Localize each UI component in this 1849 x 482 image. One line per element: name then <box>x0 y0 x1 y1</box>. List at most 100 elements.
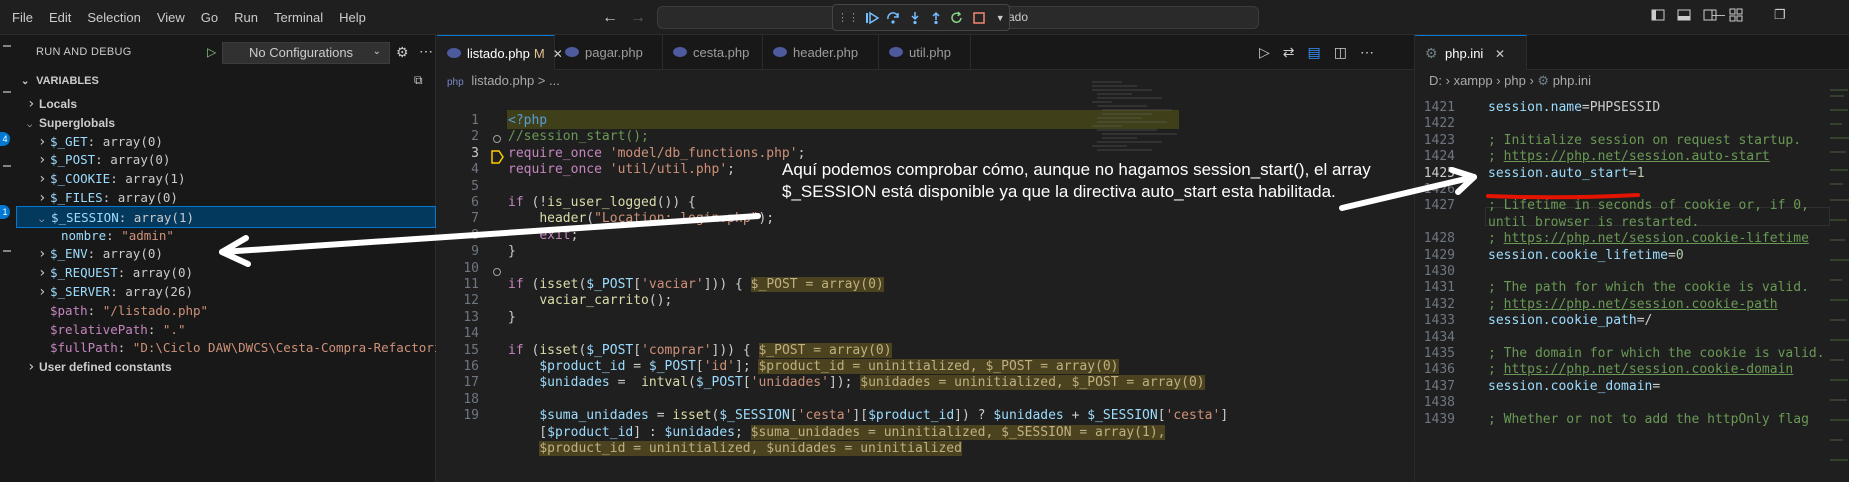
breadcrumb-segment[interactable]: php.ini <box>1553 73 1591 88</box>
code-token: [ <box>742 375 751 391</box>
step-over-icon[interactable] <box>884 7 901 29</box>
code-token: $suma_unidades <box>539 408 649 424</box>
code-token: 'cesta' <box>1165 408 1221 424</box>
close-icon[interactable]: ✕ <box>1495 47 1505 61</box>
code-token: = <box>648 408 673 424</box>
code-line[interactable]: $product_id = uninitialized, $unidades =… <box>437 439 1177 458</box>
tab-listado-php[interactable]: listado.php M ✕ <box>437 35 563 70</box>
tab-php-ini[interactable]: ⚙ php.ini ✕ <box>1415 35 1527 70</box>
continue-icon[interactable] <box>863 7 880 29</box>
variable-name: $_GET <box>50 133 88 149</box>
menu-item-file[interactable]: File <box>4 0 41 35</box>
ini-line[interactable]: 1439 ; Whether or not to add the httpOnly… <box>1415 410 1845 429</box>
step-into-icon[interactable] <box>906 7 923 29</box>
layout-controls <box>1651 8 1743 25</box>
breadcrumb-segment[interactable]: php <box>1504 73 1526 88</box>
breadcrumb-text[interactable]: listado.php > ... <box>471 73 560 88</box>
code-token: isset <box>539 277 579 292</box>
menu-item-selection[interactable]: Selection <box>79 0 148 35</box>
menu-bar: File Edit Selection View Go Run Terminal Help <box>4 0 374 35</box>
gear-icon[interactable]: ⚙ <box>396 44 409 61</box>
code-token: if <box>508 195 524 210</box>
doc-link[interactable]: https://php.net/session.cookie-domain <box>1504 362 1794 377</box>
step-out-icon[interactable] <box>927 7 944 29</box>
line-number: 1439 <box>1423 411 1455 427</box>
ini-token: session.cookie_lifetime <box>1488 247 1669 263</box>
dropdown-chevron-icon[interactable]: ▼ <box>992 7 1009 29</box>
variable-value: array(0) <box>117 190 178 205</box>
tab-util-php[interactable]: util.php <box>879 35 971 70</box>
php-file-icon <box>889 47 903 57</box>
code-token: ])) { <box>711 342 759 358</box>
code-token: $unidades <box>993 408 1064 424</box>
php-tools-icon[interactable]: ▤ <box>1308 44 1321 61</box>
code-token: $product_id <box>868 408 955 424</box>
variables-section-header[interactable]: ⌄ VARIABLES <box>16 71 436 93</box>
variable-separator: : <box>102 190 118 205</box>
variable-name: $relativePath <box>50 321 148 337</box>
scope-label: Locals <box>39 97 78 111</box>
activity-icon-fragment[interactable] <box>3 250 11 252</box>
doc-link[interactable]: https://php.net/session.cookie-lifetime <box>1504 231 1809 246</box>
code-token: 'util/util.php' <box>609 162 728 178</box>
collapse-all-icon[interactable]: ⧉ <box>414 73 423 88</box>
activity-icon-fragment[interactable] <box>3 91 11 93</box>
stop-icon[interactable] <box>970 7 987 29</box>
variable-scope[interactable]: › User defined constants <box>16 356 436 378</box>
back-arrow-icon[interactable]: ← <box>600 8 620 28</box>
menu-item-help[interactable]: Help <box>331 0 374 35</box>
ini-token: session.name <box>1488 100 1582 115</box>
run-icon[interactable]: ▷ <box>1259 44 1270 61</box>
doc-link[interactable]: https://php.net/session.cookie-path <box>1504 297 1778 312</box>
forward-arrow-icon[interactable]: → <box>628 8 648 28</box>
menu-item-view[interactable]: View <box>149 0 193 35</box>
customize-layout-icon[interactable] <box>1729 8 1743 25</box>
menu-item-edit[interactable]: Edit <box>41 0 79 35</box>
variable-separator: : <box>147 321 163 337</box>
tab-cesta-php[interactable]: cesta.php <box>663 35 763 70</box>
code-token: header <box>539 211 587 227</box>
tab-pagar-php[interactable]: pagar.php <box>555 35 663 70</box>
menu-item-go[interactable]: Go <box>193 0 226 35</box>
debug-toolbar: ⋮⋮ ▼ <box>832 4 1010 31</box>
minimize-icon[interactable]: — <box>1712 7 1725 22</box>
more-actions-icon[interactable]: ⋯ <box>1360 44 1374 61</box>
gripper-icon[interactable]: ⋮⋮ <box>837 7 859 29</box>
annotation-text: Aquí podemos comprobar cómo, aunque no h… <box>782 160 1371 201</box>
toggle-panel-icon[interactable] <box>1677 8 1691 25</box>
breadcrumb: D: › xampp › php › ⚙ php.ini <box>1429 70 1591 92</box>
ini-token: until browser is restarted. <box>1488 214 1700 230</box>
code-token: isset <box>672 408 712 424</box>
restore-icon[interactable]: ❐ <box>1774 7 1786 23</box>
tab-header-php[interactable]: header.php <box>763 35 879 70</box>
variable-value: array(0) <box>132 265 194 281</box>
php-file-icon <box>773 47 787 57</box>
restart-icon[interactable] <box>949 7 966 29</box>
breakpoint-unverified-icon <box>493 135 501 143</box>
launch-config-select[interactable]: No Configurations ⌄ <box>222 42 390 64</box>
menu-item-terminal[interactable]: Terminal <box>266 0 331 35</box>
activity-icon-fragment[interactable] <box>3 45 11 47</box>
code-content: $product_id = uninitialized, $unidades =… <box>508 439 962 458</box>
activity-icon-fragment[interactable] <box>3 165 11 167</box>
ini-token: ; Initialize session on request startup. <box>1488 132 1802 148</box>
breadcrumb-segment[interactable]: D: <box>1429 73 1442 88</box>
more-actions-icon[interactable]: ⋯ <box>419 43 433 60</box>
compare-icon[interactable]: ⇄ <box>1283 44 1295 61</box>
split-editor-icon[interactable]: ◫ <box>1334 44 1347 61</box>
doc-link[interactable]: https://php.net/session.auto-start <box>1504 149 1770 164</box>
code-token: ] : <box>633 424 665 440</box>
variable-value: array(0) <box>110 152 171 168</box>
start-debugging-icon[interactable]: ▷ <box>207 45 216 59</box>
toggle-sidebar-icon[interactable] <box>1651 8 1665 25</box>
code-token: [ <box>789 408 798 424</box>
menu-item-run[interactable]: Run <box>226 0 266 35</box>
variable-separator: : <box>95 152 111 168</box>
code-token: ]); <box>828 375 861 391</box>
breadcrumb-segment[interactable]: xampp <box>1454 73 1493 88</box>
tab-label: header.php <box>793 45 859 60</box>
